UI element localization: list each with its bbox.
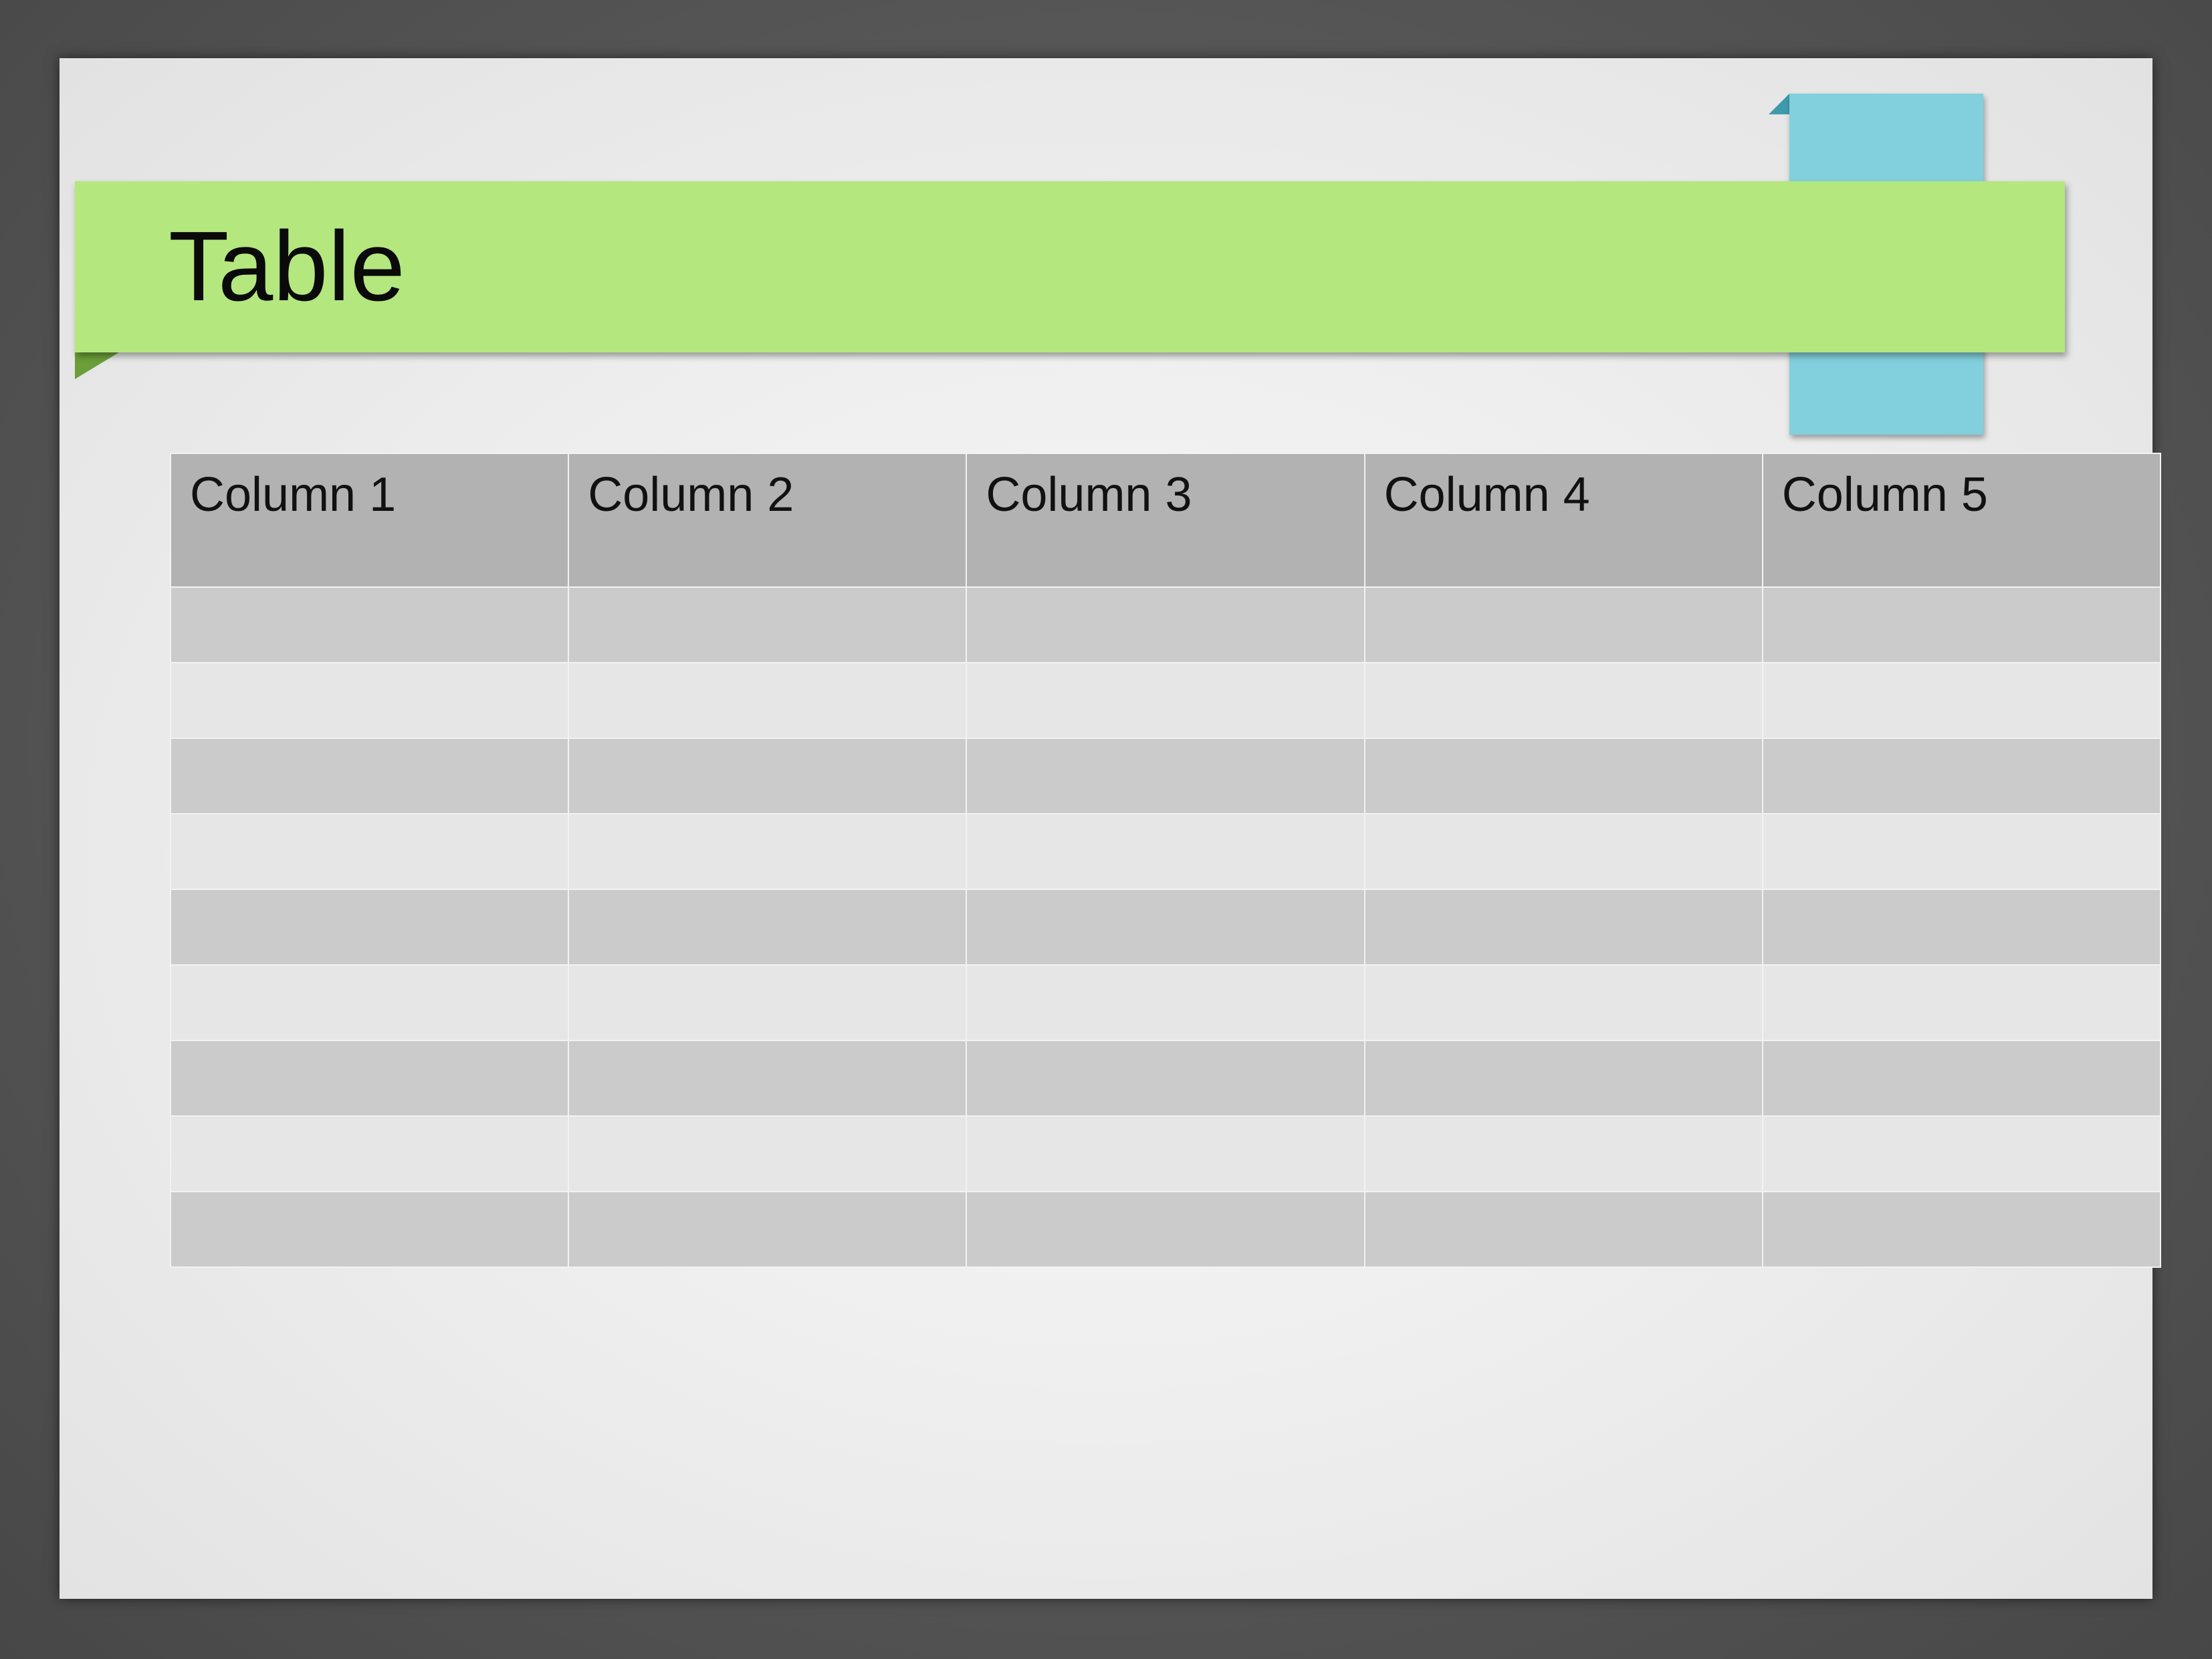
table-cell[interactable] [1363, 586, 1763, 663]
table-cell[interactable] [568, 889, 968, 966]
table-cell[interactable] [169, 1115, 570, 1192]
table-cell[interactable] [966, 1040, 1365, 1117]
table-cell[interactable] [966, 1191, 1365, 1268]
table-row [169, 738, 2162, 814]
table-cell[interactable] [1761, 1115, 2162, 1192]
table-row [169, 1115, 2162, 1192]
table-row [169, 813, 2162, 890]
table-cell[interactable] [966, 586, 1365, 663]
table-cell[interactable] [169, 1191, 570, 1268]
column-header-2[interactable]: Column 2 [568, 453, 968, 588]
title-band: Table [75, 181, 2065, 352]
table-cell[interactable] [1363, 738, 1763, 814]
table-cell[interactable] [1761, 813, 2162, 890]
table-cell[interactable] [568, 586, 968, 663]
slide-title[interactable]: Table [169, 217, 405, 316]
table-cell[interactable] [1363, 1191, 1763, 1268]
table-cell[interactable] [1761, 586, 2162, 663]
table-row [169, 964, 2162, 1041]
table-cell[interactable] [1761, 964, 2162, 1041]
accent-tab-fold [1769, 94, 1789, 114]
table-cell[interactable] [568, 813, 968, 890]
table-row [169, 1040, 2162, 1117]
table-cell[interactable] [966, 889, 1365, 966]
table-cell[interactable] [568, 1040, 968, 1117]
table-cell[interactable] [568, 1115, 968, 1192]
table-cell[interactable] [966, 738, 1365, 814]
table-cell[interactable] [966, 662, 1365, 739]
table-cell[interactable] [568, 1191, 968, 1268]
table-cell[interactable] [568, 662, 968, 739]
table-cell[interactable] [966, 1115, 1365, 1192]
table-cell[interactable] [169, 964, 570, 1041]
slide: Table Column 1 Column 2 Column 3 Column … [60, 58, 2162, 1599]
table-cell[interactable] [169, 813, 570, 890]
table-row [169, 586, 2162, 663]
table-cell[interactable] [169, 662, 570, 739]
table-row [169, 662, 2162, 739]
column-header-4[interactable]: Column 4 [1363, 453, 1763, 588]
table-row [169, 889, 2162, 966]
table-cell[interactable] [1363, 1115, 1763, 1192]
table-cell[interactable] [1761, 738, 2162, 814]
table-cell[interactable] [169, 586, 570, 663]
table-cell[interactable] [1761, 889, 2162, 966]
table-cell[interactable] [169, 889, 570, 966]
table-cell[interactable] [1363, 662, 1763, 739]
table-row [169, 1191, 2162, 1268]
column-header-1[interactable]: Column 1 [169, 453, 570, 588]
table-cell[interactable] [568, 964, 968, 1041]
table-cell[interactable] [1363, 813, 1763, 890]
table-cell[interactable] [169, 738, 570, 814]
table-cell[interactable] [966, 964, 1365, 1041]
table-cell[interactable] [568, 738, 968, 814]
table-header-row: Column 1 Column 2 Column 3 Column 4 Colu… [169, 453, 2162, 588]
table-cell[interactable] [1761, 662, 2162, 739]
table-cell[interactable] [169, 1040, 570, 1117]
title-band-fold [75, 352, 119, 379]
table-cell[interactable] [1363, 964, 1763, 1041]
table-cell[interactable] [966, 813, 1365, 890]
column-header-3[interactable]: Column 3 [966, 453, 1365, 588]
table-cell[interactable] [1363, 1040, 1763, 1117]
table-cell[interactable] [1363, 889, 1763, 966]
table-cell[interactable] [1761, 1191, 2162, 1268]
data-table: Column 1 Column 2 Column 3 Column 4 Colu… [169, 453, 2162, 1268]
column-header-5[interactable]: Column 5 [1761, 453, 2162, 588]
table-cell[interactable] [1761, 1040, 2162, 1117]
